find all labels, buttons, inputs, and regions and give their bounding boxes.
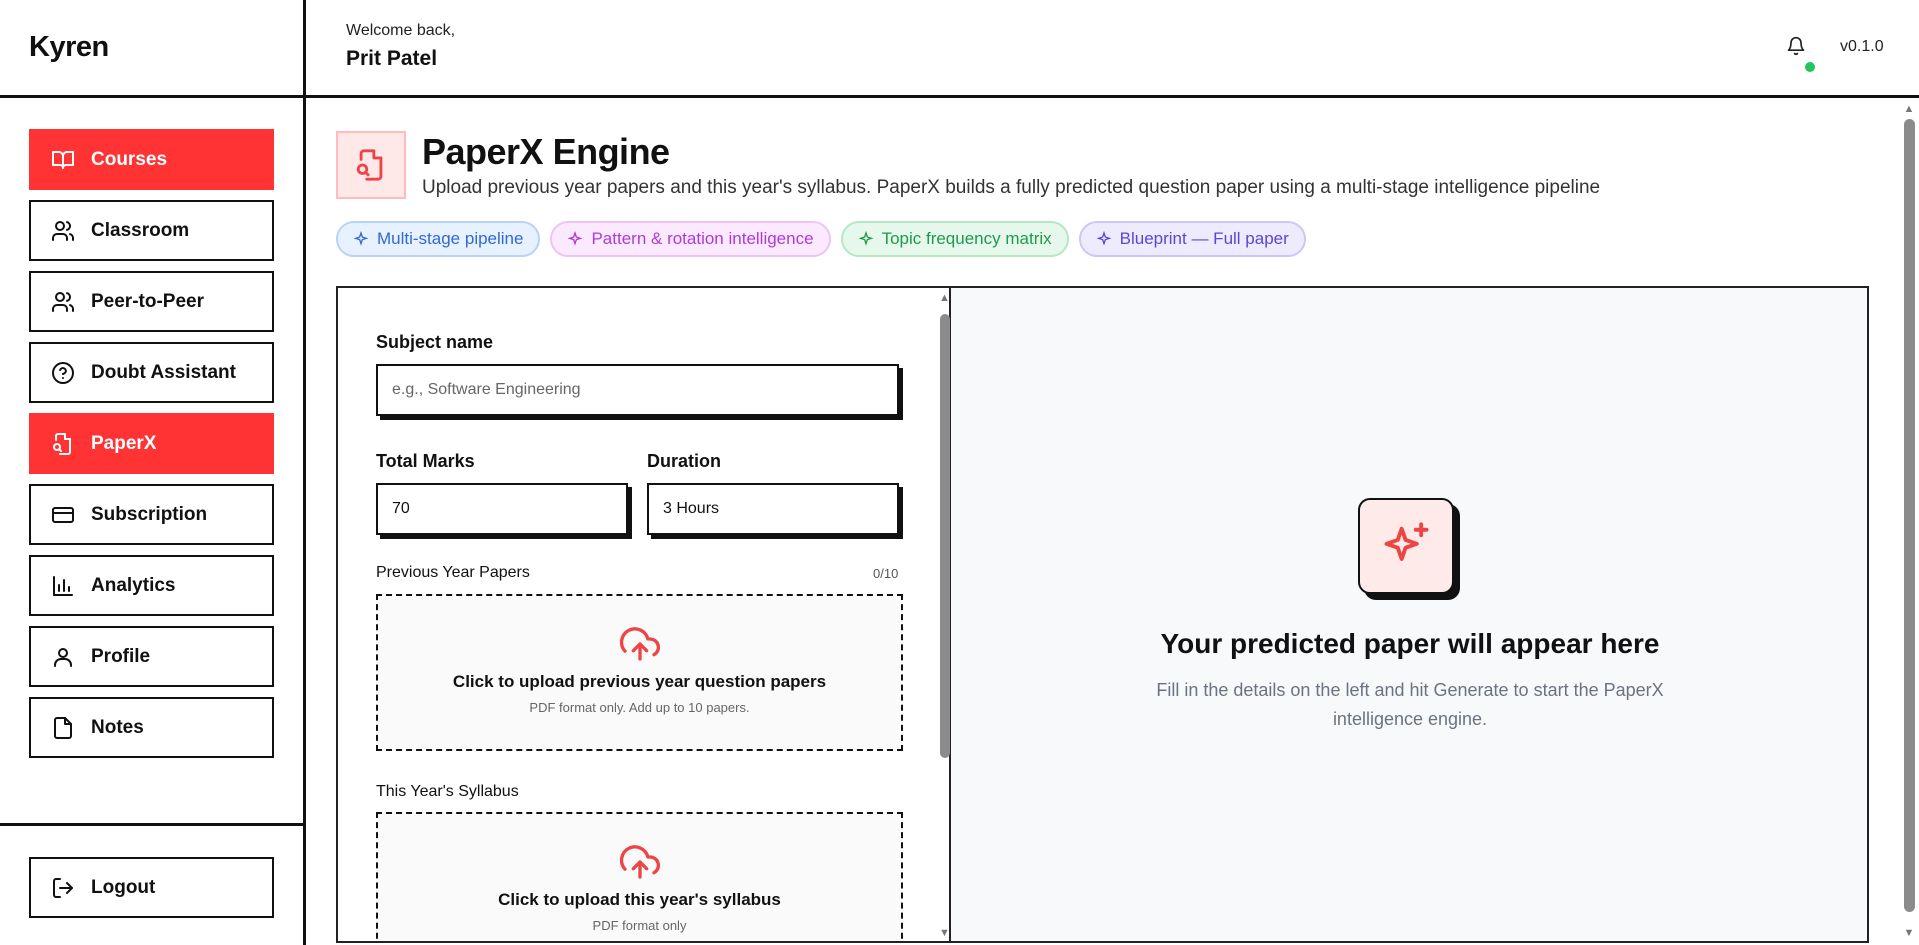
previous-papers-label: Previous Year Papers <box>376 564 530 581</box>
sidebar-item-label: Doubt Assistant <box>91 361 236 383</box>
page-subtitle: Upload previous year papers and this yea… <box>422 177 1601 198</box>
upload-papers-title: Click to upload previous year question p… <box>452 672 827 691</box>
sidebar-footer: Logout <box>0 823 303 945</box>
user-icon <box>51 645 75 669</box>
upload-syllabus-note: PDF format only <box>592 918 687 933</box>
page-scrollbar[interactable]: ▲ ▼ <box>1899 101 1919 945</box>
bell-icon <box>1787 36 1805 56</box>
file-search-icon <box>356 149 383 181</box>
sidebar: Kyren Courses Classroom Peer-to-Peer Dou… <box>0 0 306 945</box>
chip-multi-stage: Multi-stage pipeline <box>336 221 541 257</box>
help-circle-icon <box>51 361 75 385</box>
sidebar-item-label: Peer-to-Peer <box>91 290 204 312</box>
users-icon <box>51 290 75 314</box>
sidebar-item-subscription[interactable]: Subscription <box>29 484 274 545</box>
upload-papers-note: PDF format only. Add up to 10 papers. <box>529 700 750 715</box>
preview-icon <box>1358 498 1454 594</box>
scroll-down-arrow[interactable]: ▼ <box>938 927 951 939</box>
logout-label: Logout <box>91 876 156 898</box>
feature-chips: Multi-stage pipeline Pattern & rotation … <box>336 221 1306 257</box>
form-pane: Subject name Total Marks Duration Previo… <box>338 288 951 941</box>
form-scrollbar[interactable]: ▲ ▼ <box>938 288 951 941</box>
total-marks-input[interactable] <box>376 483 628 535</box>
subject-label: Subject name <box>376 332 494 352</box>
sidebar-item-classroom[interactable]: Classroom <box>29 200 274 261</box>
page-icon <box>336 131 406 199</box>
notifications-button[interactable] <box>1786 36 1815 72</box>
sidebar-item-notes[interactable]: Notes <box>29 697 274 758</box>
papers-count: 0/10 <box>873 566 899 581</box>
sidebar-item-peer-to-peer[interactable]: Peer-to-Peer <box>29 271 274 332</box>
brand-logo[interactable]: Kyren <box>0 0 303 98</box>
sidebar-item-courses[interactable]: Courses <box>29 129 274 190</box>
scroll-up-arrow[interactable]: ▲ <box>938 292 951 304</box>
chip-blueprint: Blueprint — Full paper <box>1078 221 1306 257</box>
upload-syllabus[interactable]: Click to upload this year's syllabus PDF… <box>376 812 903 941</box>
page-scroll-up[interactable]: ▲ <box>1903 103 1915 115</box>
sparkles-icon <box>1384 522 1429 561</box>
sidebar-item-profile[interactable]: Profile <box>29 626 274 687</box>
sidebar-item-label: Classroom <box>91 219 190 241</box>
sparkle-icon <box>1096 231 1112 246</box>
scroll-thumb[interactable] <box>940 314 950 758</box>
page-scroll-thumb[interactable] <box>1904 119 1915 912</box>
main-content: PaperX Engine Upload previous year paper… <box>306 101 1919 945</box>
chip-topic-frequency: Topic frequency matrix <box>840 221 1069 257</box>
workspace-panel: Subject name Total Marks Duration Previo… <box>336 286 1869 943</box>
chip-pattern-rotation: Pattern & rotation intelligence <box>550 221 831 257</box>
sidebar-item-paperx[interactable]: PaperX <box>29 413 274 474</box>
sidebar-item-label: Profile <box>91 645 151 667</box>
upload-cloud-icon <box>619 845 660 879</box>
upload-previous-papers[interactable]: Click to upload previous year question p… <box>376 594 903 751</box>
sparkle-icon <box>353 231 369 246</box>
total-marks-label: Total Marks <box>376 451 475 471</box>
upload-syllabus-title: Click to upload this year's syllabus <box>498 890 781 909</box>
preview-text: Fill in the details on the left and hit … <box>1156 680 1664 729</box>
sidebar-item-label: Subscription <box>91 503 208 525</box>
online-status-dot <box>1805 62 1815 72</box>
file-icon <box>51 716 75 740</box>
sidebar-item-analytics[interactable]: Analytics <box>29 555 274 616</box>
sparkle-icon <box>568 231 583 246</box>
preview-pane: Your predicted paper will appear here Fi… <box>951 288 1867 941</box>
user-name: Prit Patel <box>346 47 438 70</box>
upload-cloud-icon <box>619 627 660 661</box>
sidebar-item-label: Notes <box>91 716 144 738</box>
page-scroll-down[interactable]: ▼ <box>1903 927 1915 939</box>
file-search-icon <box>51 432 75 456</box>
sidebar-item-label: Courses <box>91 148 168 170</box>
sidebar-nav: Courses Classroom Peer-to-Peer Doubt Ass… <box>0 98 303 758</box>
top-bar: Welcome back, Prit Patel v0.1.0 <box>306 0 1919 98</box>
sidebar-item-label: Analytics <box>91 574 176 596</box>
syllabus-label: This Year's Syllabus <box>376 783 519 800</box>
logout-button[interactable]: Logout <box>29 857 274 918</box>
version-label: v0.1.0 <box>1840 38 1884 55</box>
credit-card-icon <box>51 503 75 527</box>
users-icon <box>51 219 75 243</box>
welcome-text: Welcome back, <box>346 22 456 39</box>
sparkle-icon <box>858 231 874 246</box>
sidebar-item-doubt-assistant[interactable]: Doubt Assistant <box>29 342 274 403</box>
book-open-icon <box>51 148 75 172</box>
page-title: PaperX Engine <box>422 131 670 172</box>
preview-title: Your predicted paper will appear here <box>1160 628 1660 659</box>
duration-input[interactable] <box>647 483 899 535</box>
logout-icon <box>51 876 75 900</box>
bar-chart-icon <box>51 574 75 598</box>
sidebar-item-label: PaperX <box>91 432 157 454</box>
duration-label: Duration <box>647 451 721 471</box>
subject-input[interactable] <box>376 364 899 416</box>
